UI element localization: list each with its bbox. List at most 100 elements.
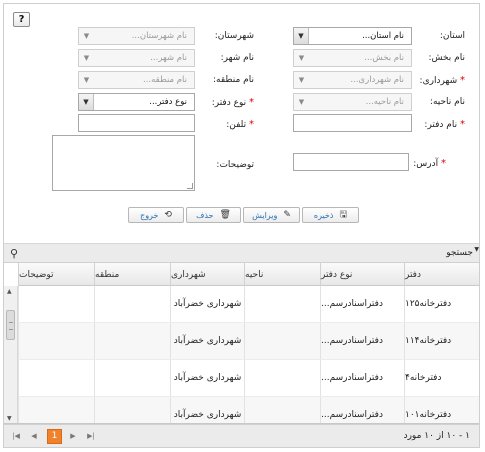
chevron-down-icon[interactable]: ▼	[294, 28, 309, 44]
pencil-icon: ✎	[283, 210, 291, 220]
column-header-office[interactable]: دفتر	[404, 263, 479, 286]
municipality-select-text: نام شهرداری...	[350, 75, 404, 85]
region-select[interactable]: نام منطقه... ▼	[78, 71, 195, 89]
required-mark: *	[441, 158, 446, 169]
cell-municipality: شهرداری خضرآباد	[170, 286, 244, 322]
cell-office: دفترخانه۱۰۱	[404, 397, 479, 423]
cell-office-type: دفتراسنادرسم...	[320, 397, 404, 423]
cell-description	[18, 323, 94, 359]
cell-region	[94, 360, 170, 396]
search-icon[interactable]: ⚲	[10, 247, 18, 260]
table-row[interactable]: دفترخانه۴ دفتراسنادرسم... شهرداری خضرآبا…	[18, 360, 479, 397]
column-header-region[interactable]: منطقه	[94, 263, 170, 286]
description-textarea[interactable]	[52, 135, 195, 191]
cell-office: دفترخانه۱۱۴	[404, 323, 479, 359]
city-select[interactable]: نام شهر... ▼	[78, 49, 195, 67]
zone-select-text: نام ناحیه...	[365, 97, 404, 107]
address-label-text: آدرس:	[413, 159, 439, 169]
help-button[interactable]: ?	[13, 12, 30, 27]
region-select-text: نام منطقه...	[143, 75, 187, 85]
office-type-label: * نوع دفتر:	[212, 97, 254, 108]
column-header-description[interactable]: توضیحات	[18, 263, 94, 286]
chevron-down-icon[interactable]: ▼	[79, 72, 94, 88]
cell-region	[94, 397, 170, 423]
zone-label: نام ناحیه:	[429, 97, 465, 107]
resize-handle-icon[interactable]	[187, 183, 193, 189]
cell-office-type: دفتراسنادرسم...	[320, 323, 404, 359]
search-title: جستجو	[446, 248, 473, 258]
exit-button[interactable]: ⟲ خروج	[128, 207, 184, 223]
cell-description	[18, 360, 94, 396]
chevron-down-icon[interactable]: ▼	[294, 94, 309, 110]
column-header-zone[interactable]: ناحیه	[244, 263, 320, 286]
delete-button[interactable]: 🗑 حذف	[186, 207, 241, 223]
description-label: توضیحات:	[216, 160, 254, 170]
scrollbar-thumb[interactable]	[6, 310, 15, 340]
grid-scrollbar[interactable]: ▲ ▼	[4, 286, 18, 423]
phone-label: * تلفن:	[226, 119, 254, 130]
county-select[interactable]: نام شهرستان... ▼	[78, 27, 195, 45]
district-label: نام بخش:	[428, 53, 465, 63]
province-select-text: نام استان...	[362, 31, 404, 41]
cell-region	[94, 286, 170, 322]
column-header-municipality[interactable]: شهرداری	[170, 263, 244, 286]
chevron-down-icon[interactable]: ▼	[79, 28, 94, 44]
office-name-input[interactable]	[293, 114, 412, 132]
edit-button-label: ویرایش	[252, 210, 278, 220]
cell-office: دفترخانه۱۲۵	[404, 286, 479, 322]
province-select[interactable]: نام استان... ▼	[293, 27, 412, 45]
search-panel-header[interactable]: ▼ جستجو ⚲	[4, 243, 479, 263]
required-mark: *	[249, 119, 254, 130]
chevron-down-icon[interactable]: ▼	[294, 72, 309, 88]
save-button[interactable]: 🖫 ذخیره	[302, 207, 359, 223]
address-input[interactable]	[293, 153, 409, 171]
cell-office-type: دفتراسنادرسم...	[320, 286, 404, 322]
last-page-icon[interactable]: ▶|	[84, 430, 98, 443]
current-page-button[interactable]: 1	[47, 429, 62, 444]
next-page-icon[interactable]: ▶	[66, 430, 80, 443]
trash-icon: 🗑	[219, 210, 231, 220]
municipality-select[interactable]: نام شهرداری... ▼	[293, 71, 412, 89]
region-label: نام منطقه:	[212, 75, 254, 85]
required-mark: *	[249, 97, 254, 108]
office-name-label: * نام دفتر:	[424, 119, 465, 130]
scroll-up-icon[interactable]: ▲	[7, 288, 12, 295]
municipality-label: * شهرداری:	[420, 75, 465, 86]
required-mark: *	[460, 75, 465, 86]
table-row[interactable]: دفترخانه۱۲۵ دفتراسنادرسم... شهرداری خضرآ…	[18, 286, 479, 323]
cell-zone	[244, 397, 320, 423]
edit-button[interactable]: ✎ ویرایش	[243, 207, 300, 223]
cell-municipality: شهرداری خضرآباد	[170, 360, 244, 396]
cell-office: دفترخانه۴	[404, 360, 479, 396]
table-row[interactable]: دفترخانه۱۰۱ دفتراسنادرسم... شهرداری خضرآ…	[18, 397, 479, 423]
district-select[interactable]: نام بخش... ▼	[293, 49, 412, 67]
city-label: نام شهر:	[220, 53, 254, 63]
cell-description	[18, 286, 94, 322]
cell-zone	[244, 286, 320, 322]
office-management-window: ? استان: نام استان... ▼ شهرستان: نام شهر…	[3, 3, 480, 448]
office-name-label-text: نام دفتر:	[424, 120, 458, 130]
delete-button-label: حذف	[196, 210, 214, 220]
caret-down-icon[interactable]: ▼	[474, 246, 479, 253]
municipality-label-text: شهرداری:	[419, 76, 458, 86]
cell-region	[94, 323, 170, 359]
grid-header: دفتر نوع دفتر ناحیه شهرداری منطقه توضیحا…	[18, 263, 479, 286]
column-header-office-type[interactable]: نوع دفتر	[320, 263, 404, 286]
county-select-text: نام شهرستان...	[131, 31, 187, 41]
chevron-down-icon[interactable]: ▼	[79, 50, 94, 66]
chevron-down-icon[interactable]: ▼	[79, 94, 94, 110]
pager-info: ۱ - ۱۰ از ۱۰ مورد	[403, 431, 470, 441]
first-page-icon[interactable]: |◀	[9, 430, 23, 443]
scroll-down-icon[interactable]: ▼	[7, 415, 12, 422]
table-row[interactable]: دفترخانه۱۱۴ دفتراسنادرسم... شهرداری خضرآ…	[18, 323, 479, 360]
province-label: استان:	[439, 31, 465, 41]
chevron-down-icon[interactable]: ▼	[294, 50, 309, 66]
office-type-select[interactable]: نوع دفتر... ▼	[78, 93, 195, 111]
district-select-text: نام بخش...	[364, 53, 404, 63]
grid-pager: |◀ ◀ 1 ▶ ▶| ۱ - ۱۰ از ۱۰ مورد	[4, 424, 479, 447]
previous-page-icon[interactable]: ◀	[27, 430, 41, 443]
zone-select[interactable]: نام ناحیه... ▼	[293, 93, 412, 111]
phone-input[interactable]	[78, 114, 195, 132]
save-icon: 🖫	[339, 210, 348, 220]
offices-grid: دفتر نوع دفتر ناحیه شهرداری منطقه توضیحا…	[4, 263, 479, 424]
